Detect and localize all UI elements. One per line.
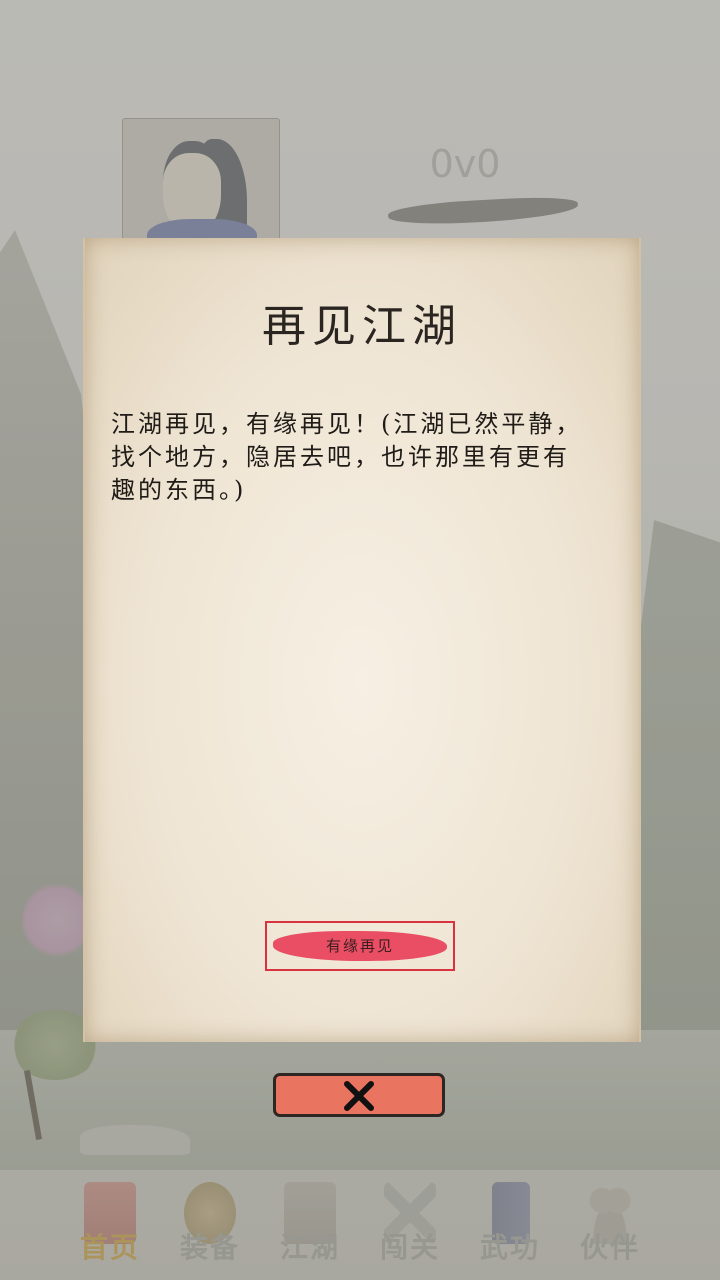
close-button[interactable] [273, 1073, 445, 1117]
farewell-confirm-label: 有缘再见 [325, 937, 394, 955]
dialog-message: 江湖再见，有缘再见！(江湖已然平静，找个地方，隐居去吧，也许那里有更有趣的东西。… [111, 410, 583, 504]
dialog-title: 再见江湖 [262, 301, 462, 352]
farewell-dialog: 再见江湖 江湖再见，有缘再见！(江湖已然平静，找个地方，隐居去吧，也许那里有更有… [83, 238, 641, 1042]
game-screen: 0v0 首页 装备 江湖 闯关 武功 伙伴 再见江湖 江湖再见，有缘再见！(江湖… [0, 0, 720, 1280]
farewell-confirm-button[interactable]: 有缘再见 [265, 921, 455, 971]
close-icon [344, 1081, 374, 1111]
